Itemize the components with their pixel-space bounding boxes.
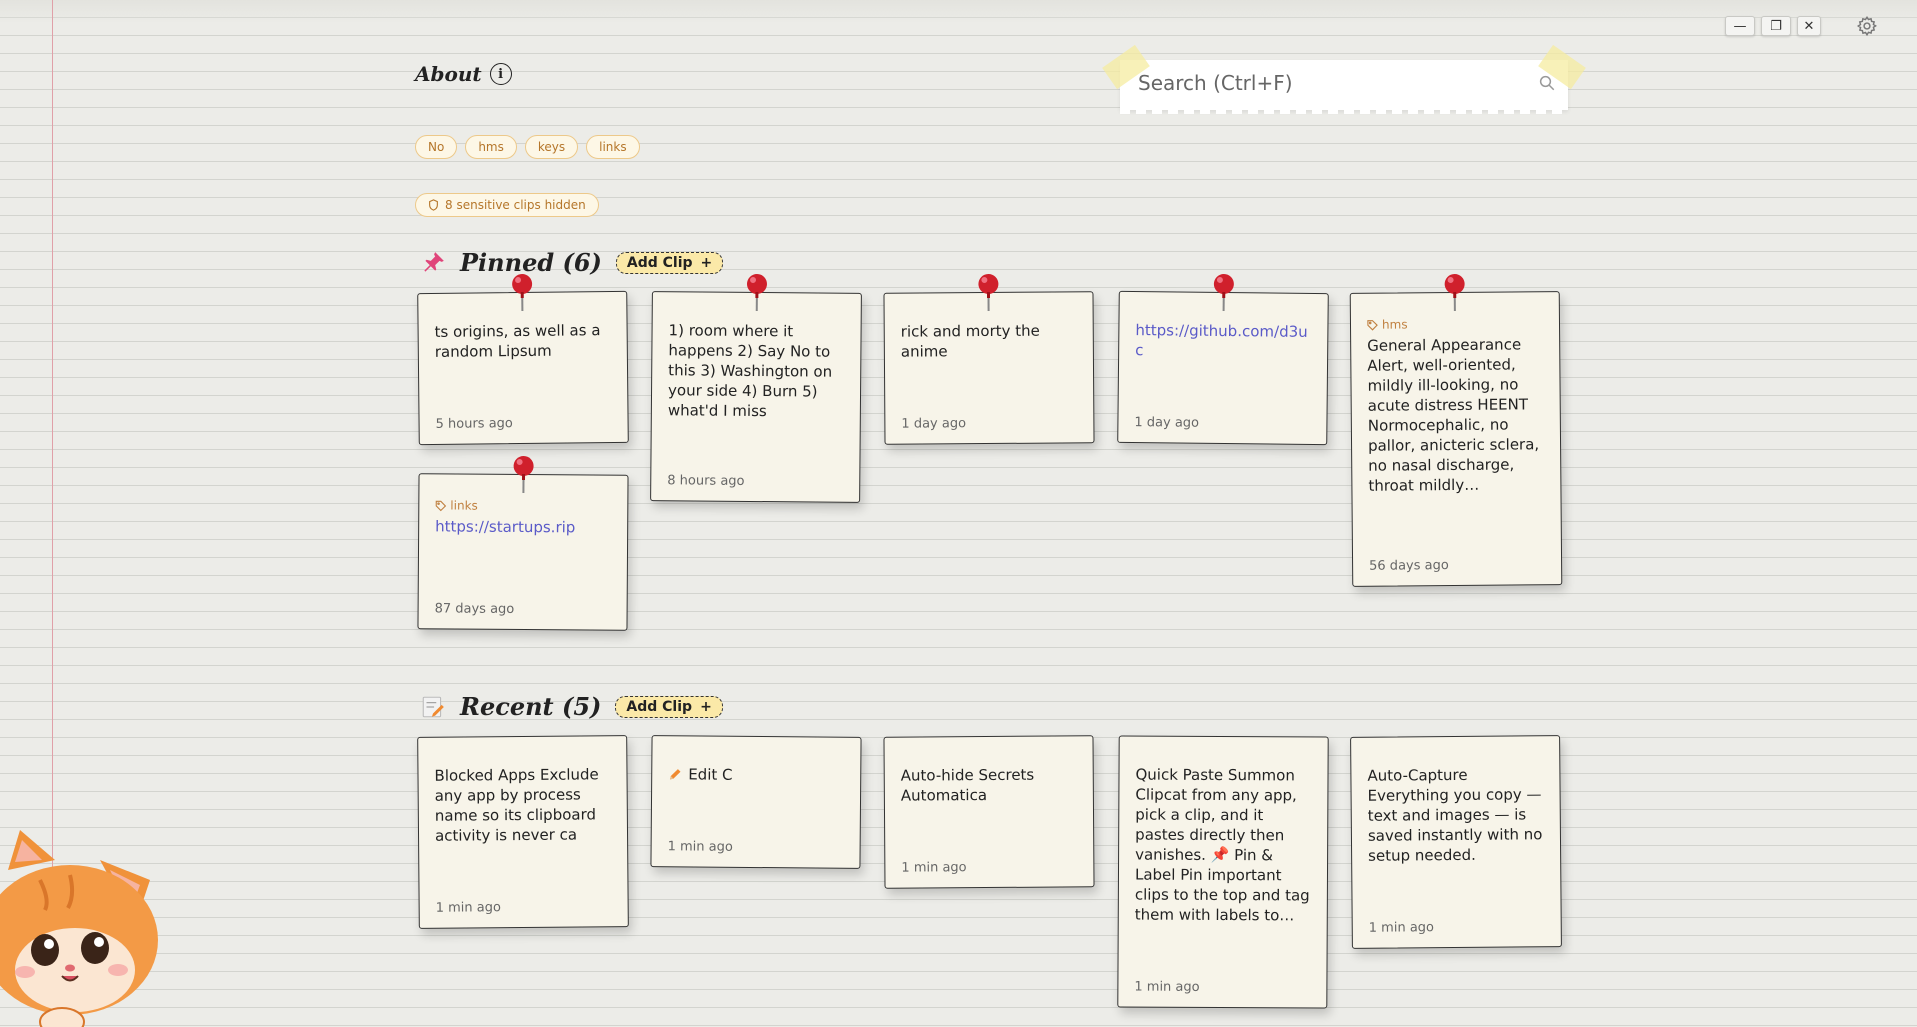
clip-link: https://github.com/d3uc CLI/releases/dow…	[1135, 320, 1311, 362]
shield-icon	[429, 199, 438, 211]
clip-text: Auto-hide Secrets Automatica	[900, 765, 1035, 805]
pushpin-icon	[1213, 274, 1234, 312]
pinned-clip-card[interactable]: links https://startups.rip 87 days ago	[417, 456, 629, 631]
recent-clip-card[interactable]: Blocked Apps Exclude any app by process …	[417, 735, 629, 929]
clip-timestamp: 8 hours ago	[667, 473, 745, 489]
clip-timestamp: 1 day ago	[1134, 415, 1200, 431]
clip-text: Quick Paste Summon Clipcat from any app,…	[1134, 765, 1310, 925]
recent-title: Recent (5)	[460, 692, 602, 721]
clip-text: Blocked Apps Exclude any app by process …	[434, 765, 599, 845]
add-clip-label: Add Clip	[626, 254, 693, 271]
clip-timestamp: 1 min ago	[1134, 979, 1200, 995]
recent-clip-card[interactable]: Edit C 1 min ago	[650, 735, 862, 869]
search-input[interactable]	[1136, 70, 1520, 96]
clip-text: Auto-Capture Everything you copy — text …	[1367, 765, 1543, 865]
pushpin-icon	[978, 274, 999, 312]
tag-chip[interactable]: No	[415, 135, 458, 159]
pinned-clip-card[interactable]: https://github.com/d3uc CLI/releases/dow…	[1117, 274, 1329, 446]
pushpin-icon	[512, 274, 533, 312]
search-icon[interactable]	[1538, 74, 1556, 92]
clip-text: ts origins, as well as a random Lipsum	[434, 321, 601, 361]
plus-icon: +	[700, 698, 712, 715]
gear-icon	[1856, 15, 1877, 37]
pencil-icon	[669, 769, 681, 780]
window-controls: — ❐ ✕	[1725, 16, 1821, 36]
sensitive-label: 8 sensitive clips hidden	[445, 198, 586, 212]
clip-text: 1) room where it happens 2) Say No to th…	[667, 321, 833, 421]
add-clip-button[interactable]: Add Clip +	[615, 251, 724, 274]
sensitive-clips-badge[interactable]: 8 sensitive clips hidden	[415, 193, 599, 217]
clip-label-text: links	[450, 498, 478, 513]
cat-mascot-icon	[0, 830, 158, 1027]
recent-section-header: Recent (5) Add Clip +	[420, 692, 723, 721]
clip-label-text: hms	[1381, 317, 1408, 332]
clip-label: links	[435, 498, 611, 513]
clip-timestamp: 5 hours ago	[435, 416, 513, 432]
recent-clip-card[interactable]: Auto-hide Secrets Automatica 1 min ago	[883, 735, 1095, 889]
pushpin-icon	[513, 456, 534, 494]
add-clip-label: Add Clip	[626, 698, 693, 715]
clip-text: Edit C	[668, 764, 844, 786]
tag-chip[interactable]: keys	[524, 135, 579, 159]
clip-text: General Appearance Alert, well-oriented,…	[1367, 335, 1540, 495]
search-box[interactable]	[1102, 44, 1586, 114]
clip-timestamp: 1 min ago	[435, 900, 501, 916]
clip-text-content: Edit C	[688, 765, 733, 784]
clip-url-link[interactable]: https://startups.rip	[435, 517, 575, 536]
tag-filter-bar: No hms keys links	[415, 135, 640, 159]
about-header[interactable]: About i	[415, 62, 512, 86]
tag-chip[interactable]: links	[586, 135, 640, 159]
add-clip-button[interactable]: Add Clip +	[615, 695, 723, 718]
memo-icon	[422, 696, 444, 717]
clip-timestamp: 56 days ago	[1369, 558, 1449, 574]
minimize-button[interactable]: —	[1725, 16, 1755, 36]
about-title[interactable]: About	[415, 62, 482, 86]
settings-button[interactable]	[1855, 14, 1879, 38]
clip-timestamp: 1 min ago	[901, 860, 967, 876]
clip-timestamp: 1 min ago	[1368, 920, 1435, 936]
pinned-clip-card[interactable]: hms General Appearance Alert, well-orien…	[1349, 274, 1563, 587]
pushpin-icon	[424, 251, 444, 272]
pinned-section-header: Pinned (6) Add Clip +	[420, 248, 724, 277]
clip-label: hms	[1367, 316, 1543, 332]
tag-icon	[1367, 319, 1378, 331]
clip-timestamp: 87 days ago	[434, 601, 515, 617]
pinned-clip-card[interactable]: rick and morty the anime 1 day ago	[883, 274, 1095, 445]
plus-icon: +	[700, 254, 713, 271]
pinned-clip-card[interactable]: ts origins, as well as a random Lipsum 5…	[417, 274, 629, 446]
maximize-button[interactable]: ❐	[1761, 16, 1791, 36]
pinned-clip-card[interactable]: 1) room where it happens 2) Say No to th…	[650, 274, 862, 503]
pushpin-icon	[1444, 274, 1465, 312]
pushpin-icon	[746, 274, 767, 312]
clip-text: rick and morty the anime	[900, 321, 1040, 361]
recent-clip-card[interactable]: Quick Paste Summon Clipcat from any app,…	[1117, 735, 1329, 1009]
info-icon[interactable]: i	[489, 63, 512, 85]
tag-chip[interactable]: hms	[465, 135, 517, 159]
recent-clip-card[interactable]: Auto-Capture Everything you copy — text …	[1350, 735, 1562, 949]
tag-icon	[435, 500, 447, 511]
clip-timestamp: 1 min ago	[667, 839, 733, 855]
close-button[interactable]: ✕	[1797, 16, 1821, 36]
clip-url-link[interactable]: https://github.com/d3uc CLI/releases/dow…	[1135, 320, 1311, 362]
clip-timestamp: 1 day ago	[901, 416, 967, 432]
